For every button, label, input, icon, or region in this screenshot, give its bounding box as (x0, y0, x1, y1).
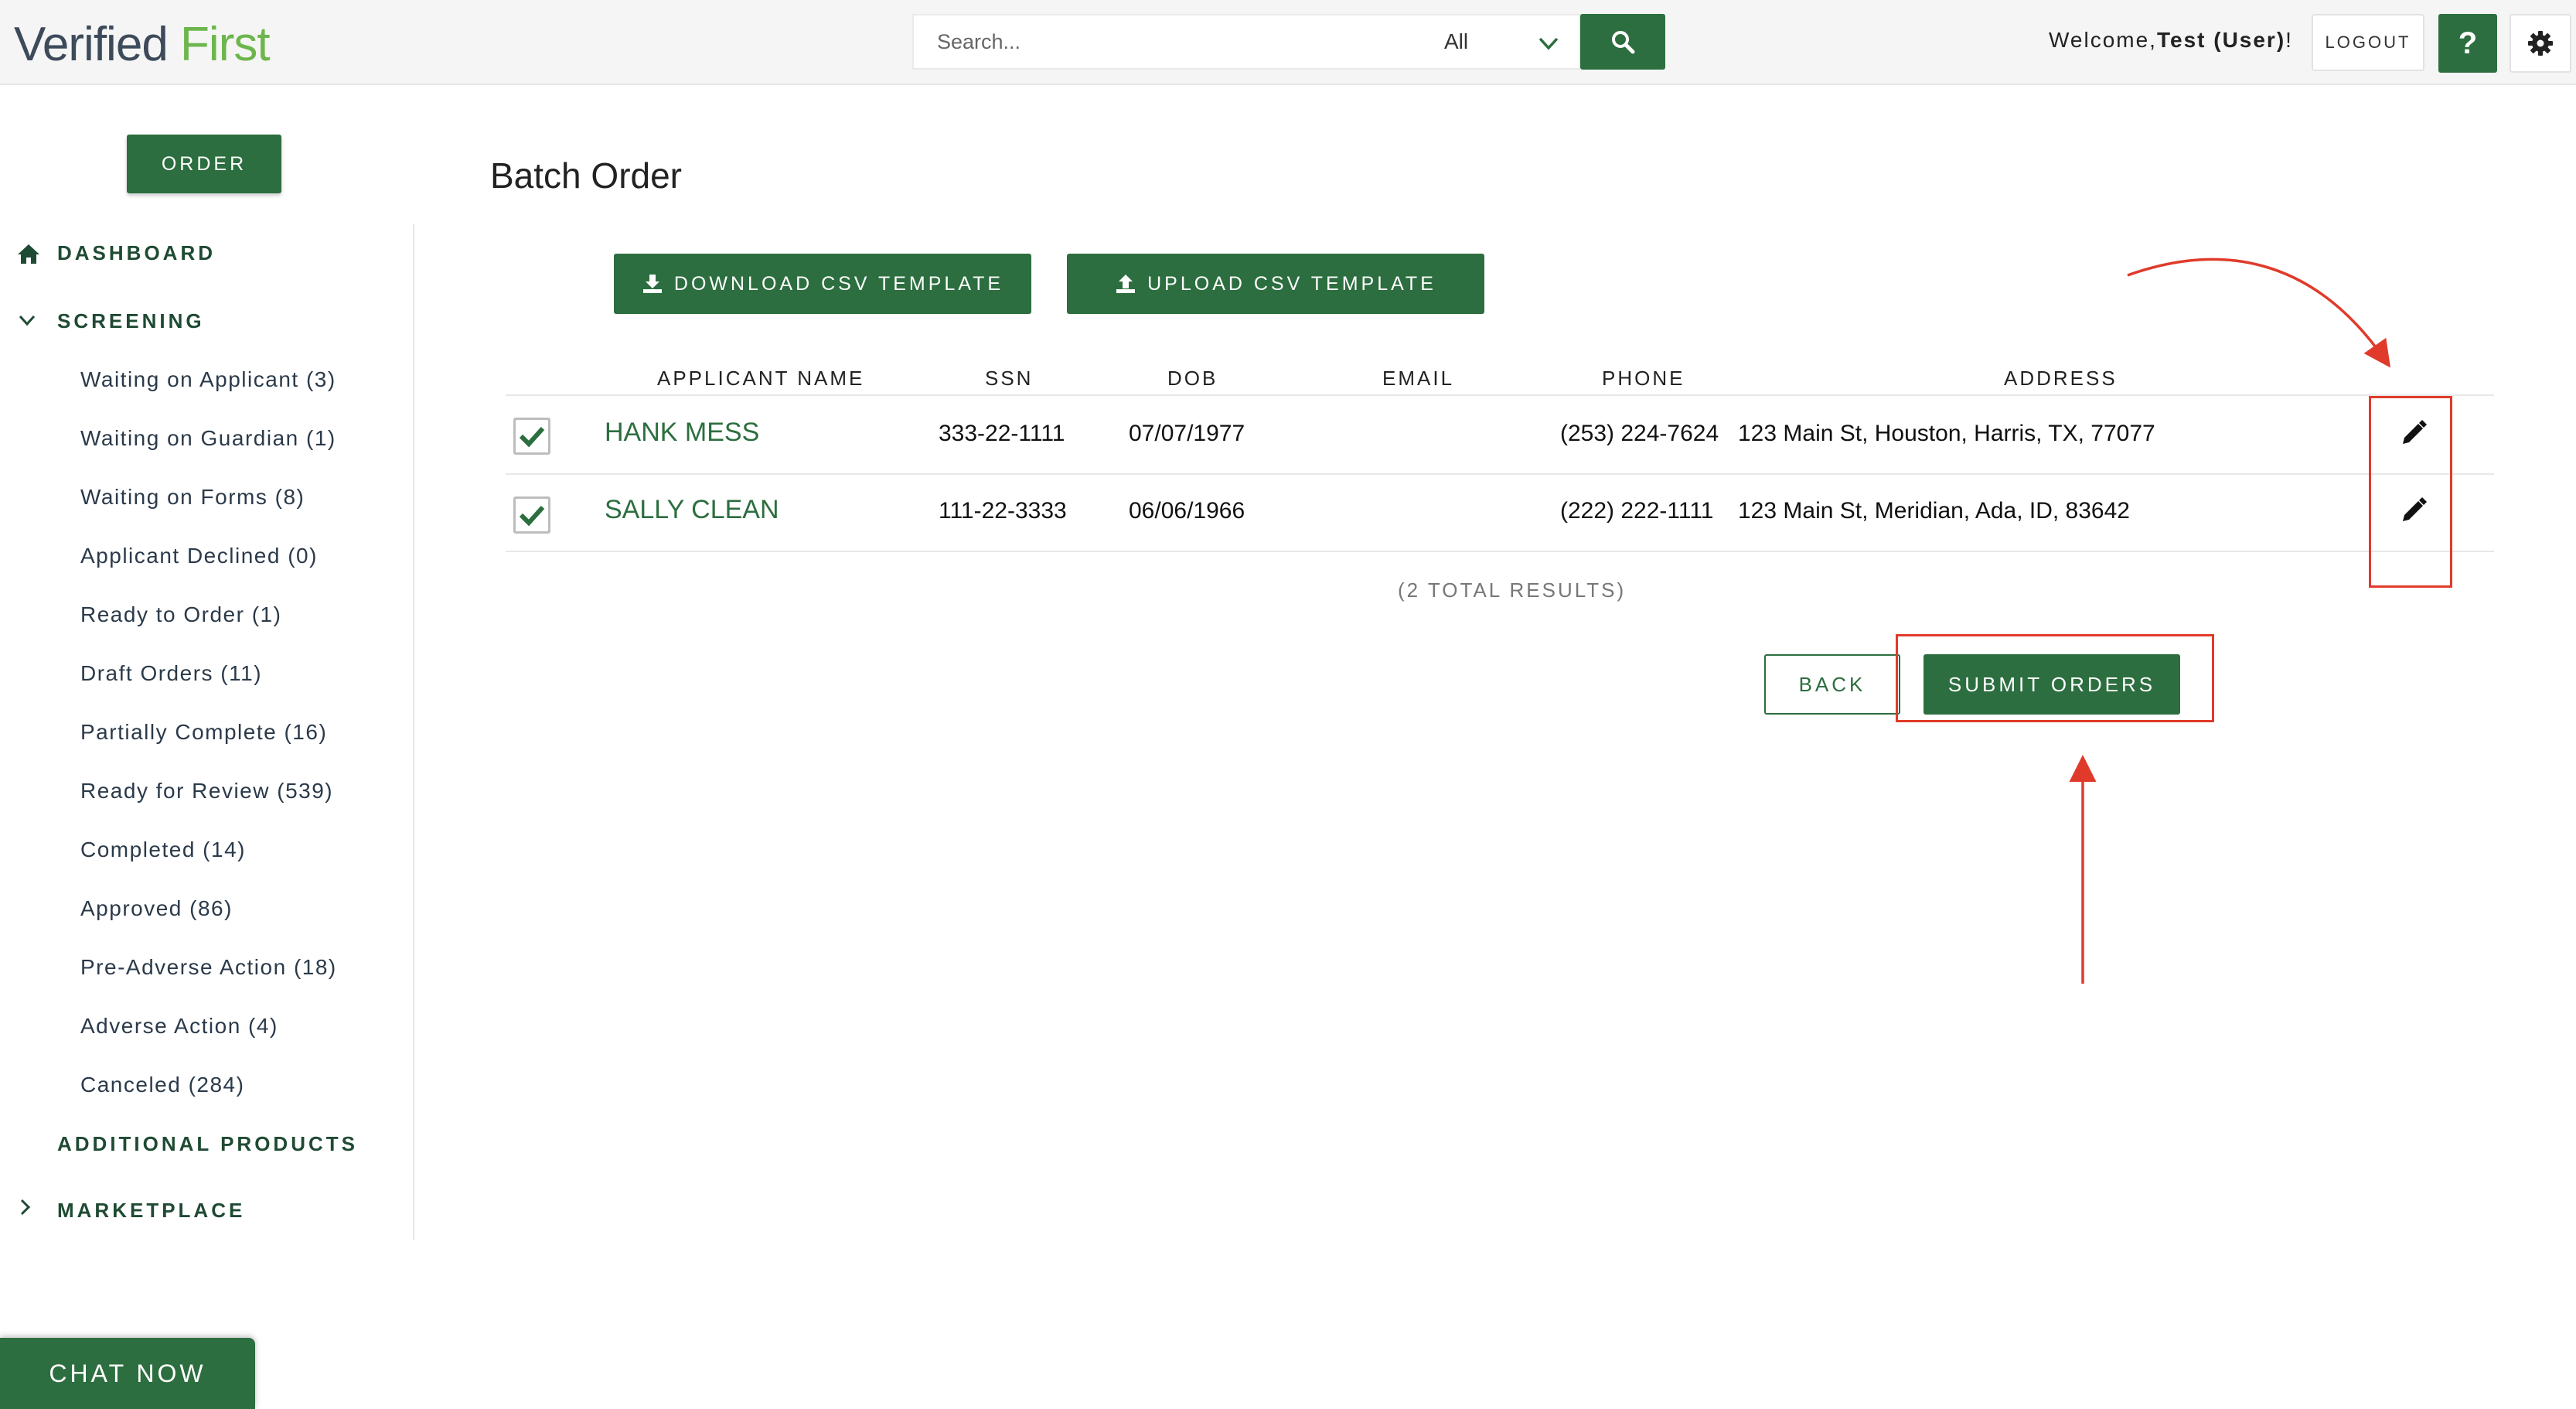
sidebar-item-completed[interactable]: Completed (14) (80, 838, 246, 862)
sidebar-item-waiting-on-forms[interactable]: Waiting on Forms (8) (80, 485, 305, 510)
top-header: Verified First All Welcome,Test (User)! … (0, 0, 2576, 85)
sidebar-item-ready-to-order[interactable]: Ready to Order (1) (80, 602, 281, 627)
applicant-address: 123 Main St, Meridian, Ada, ID, 83642 (1738, 498, 2130, 524)
search-filter-select[interactable]: All (1444, 15, 1576, 68)
upload-csv-label: UPLOAD CSV TEMPLATE (1147, 272, 1436, 295)
table-divider (506, 551, 2494, 552)
logo-text-first: First (180, 18, 271, 71)
sidebar-item-canceled[interactable]: Canceled (284) (80, 1073, 244, 1097)
applicant-name-link[interactable]: HANK MESS (605, 418, 759, 448)
sidebar-item-screening[interactable]: SCREENING (57, 309, 205, 333)
welcome-user: Test (User) (2156, 28, 2286, 52)
page-title: Batch Order (490, 155, 682, 196)
sidebar-item-pre-adverse-action[interactable]: Pre-Adverse Action (18) (80, 955, 337, 980)
row-checkbox[interactable] (513, 496, 550, 534)
search-button[interactable] (1580, 14, 1665, 70)
applicant-dob: 06/06/1966 (1129, 498, 1245, 524)
sidebar-item-applicant-declined[interactable]: Applicant Declined (0) (80, 544, 318, 568)
annotation-arrow-up (2069, 755, 2097, 984)
sidebar-divider (413, 224, 414, 1240)
column-header-applicant-name: APPLICANT NAME (657, 367, 865, 390)
order-button[interactable]: ORDER (127, 135, 281, 193)
download-icon (642, 275, 662, 293)
checkmark-icon (519, 505, 545, 527)
annotation-box-submit (1896, 634, 2214, 722)
logo[interactable]: Verified First (14, 17, 271, 72)
applicant-ssn: 111-22-3333 (939, 498, 1067, 524)
logout-button[interactable]: LOGOUT (2312, 14, 2424, 71)
applicant-phone: (222) 222-1111 (1560, 498, 1714, 524)
checkmark-icon (519, 426, 545, 448)
search-icon (1612, 31, 1635, 54)
applicant-ssn: 333-22-1111 (939, 421, 1065, 446)
sidebar-item-marketplace[interactable]: MARKETPLACE (57, 1199, 245, 1223)
sidebar-item-approved[interactable]: Approved (86) (80, 896, 233, 921)
sidebar-item-adverse-action[interactable]: Adverse Action (4) (80, 1014, 278, 1039)
applicant-phone: (253) 224-7624 (1560, 421, 1719, 446)
download-csv-template-button[interactable]: DOWNLOAD CSV TEMPLATE (614, 254, 1031, 314)
upload-csv-template-button[interactable]: UPLOAD CSV TEMPLATE (1067, 254, 1484, 314)
column-header-address: ADDRESS (2004, 367, 2118, 390)
welcome-message: Welcome,Test (User)! (2049, 28, 2293, 53)
sidebar-item-draft-orders[interactable]: Draft Orders (11) (80, 661, 262, 686)
annotation-arrow-curved (2127, 258, 2391, 368)
annotation-box-edit-icons (2369, 396, 2452, 588)
gear-icon (2528, 31, 2553, 56)
column-header-email: EMAIL (1382, 367, 1455, 390)
applicant-name-link[interactable]: SALLY CLEAN (605, 495, 779, 525)
table-divider (506, 394, 2494, 396)
upload-icon (1116, 275, 1136, 293)
settings-button[interactable] (2510, 14, 2571, 73)
total-results: (2 TOTAL RESULTS) (1398, 578, 1627, 602)
sidebar-item-ready-for-review[interactable]: Ready for Review (539) (80, 779, 333, 803)
chevron-right-icon (20, 1199, 31, 1216)
welcome-prefix: Welcome, (2049, 28, 2157, 52)
sidebar-item-additional-products[interactable]: ADDITIONAL PRODUCTS (57, 1132, 358, 1156)
chevron-down-icon (19, 315, 36, 326)
column-header-phone: PHONE (1602, 367, 1685, 390)
app-root: Verified First All Welcome,Test (User)! … (0, 0, 2576, 1409)
chevron-down-icon (1538, 37, 1559, 50)
welcome-suffix: ! (2285, 28, 2293, 52)
search-input[interactable] (914, 15, 1409, 68)
sidebar-item-dashboard[interactable]: DASHBOARD (57, 241, 216, 265)
sidebar-item-waiting-on-applicant[interactable]: Waiting on Applicant (3) (80, 367, 336, 392)
back-button[interactable]: BACK (1764, 654, 1900, 715)
row-checkbox[interactable] (513, 418, 550, 455)
column-header-dob: DOB (1167, 367, 1218, 390)
search-filter-value: All (1444, 29, 1469, 53)
sidebar-item-waiting-on-guardian[interactable]: Waiting on Guardian (1) (80, 426, 336, 451)
applicant-dob: 07/07/1977 (1129, 421, 1245, 446)
download-csv-label: DOWNLOAD CSV TEMPLATE (673, 272, 1004, 295)
table-divider (506, 473, 2494, 475)
home-icon (18, 244, 39, 264)
logo-text-verified: Verified (14, 18, 169, 71)
search-box: All (912, 14, 1580, 70)
help-button[interactable]: ? (2438, 14, 2497, 73)
column-header-ssn: SSN (985, 367, 1034, 390)
applicant-address: 123 Main St, Houston, Harris, TX, 77077 (1738, 421, 2155, 446)
chat-now-button[interactable]: CHAT NOW (0, 1338, 255, 1409)
sidebar-item-partially-complete[interactable]: Partially Complete (16) (80, 720, 327, 745)
